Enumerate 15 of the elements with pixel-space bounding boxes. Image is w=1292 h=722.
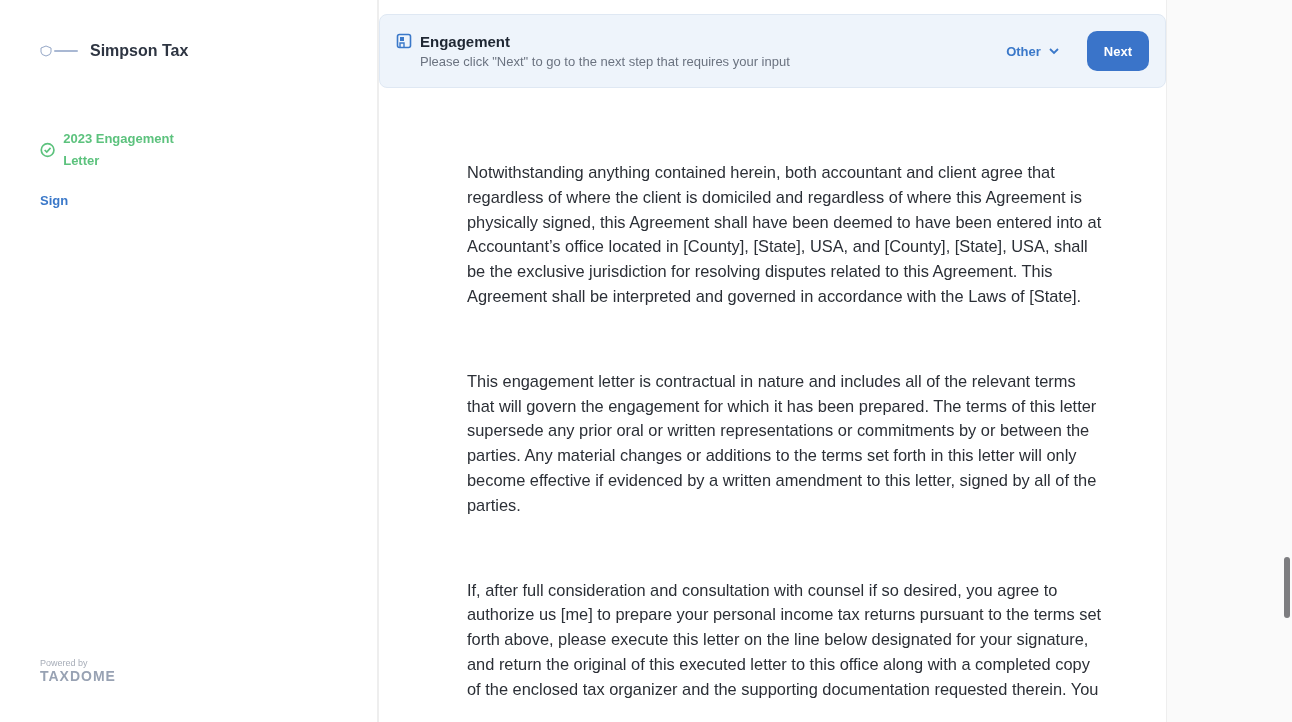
letter-paragraph: Notwithstanding anything contained herein, both accountant and client agree that regardless of where the client is domiciled and regardless of where this Agreement is physically signed, this Agreement shall have been deemed to have been entered into at Accountant’s office located in [County], [State], USA, and [County], [State], USA, shall be the exclusive jurisdiction for resolving disputes related to this Agreement. This Agreement shall be interpreted and governed in accordance with the Laws of [State]. (467, 162, 1103, 307)
next-button[interactable]: Next (1086, 31, 1149, 71)
scrollbar-thumb[interactable] (1284, 557, 1290, 618)
step-instructions: Please click "Next" to go to the next step that requires your input (420, 54, 791, 69)
document-icon (396, 33, 412, 49)
powered-by-caption: Powered by (40, 658, 89, 668)
letter-paragraph: If, after full consideration and consultation with counsel if so desired, you agree to authorize us [me] to prepare your personal income tax returns pursuant to the terms set forth above, please execute this letter on the line below designated for your signature, and return the original of this executed letter to this office along with a completed copy of the enclosed tax organizer and the supporting documentation requested therein. You (467, 579, 1103, 700)
step-title: Engagement (420, 33, 511, 50)
other-dropdown[interactable]: Other (1006, 43, 1059, 59)
letter-paragraph: This engagement letter is contractual in nature and includes all of the relevant terms that will govern the engagement for which it has been prepared. The terms of this letter supersede any prior oral or written representations or commitments by or between the parties. Any material changes or additions to the terms set forth in this letter will only become effective if evidenced by a written amendment to this letter, signed by all of the parties. (467, 370, 1098, 516)
step-link[interactable]: Sign (40, 190, 190, 212)
brand-logo-icon (40, 45, 80, 57)
company-name: Simpson Tax (90, 42, 189, 60)
chevron-down-icon (1048, 47, 1059, 55)
taxdome-logo-text: TAXDOME (40, 668, 117, 684)
